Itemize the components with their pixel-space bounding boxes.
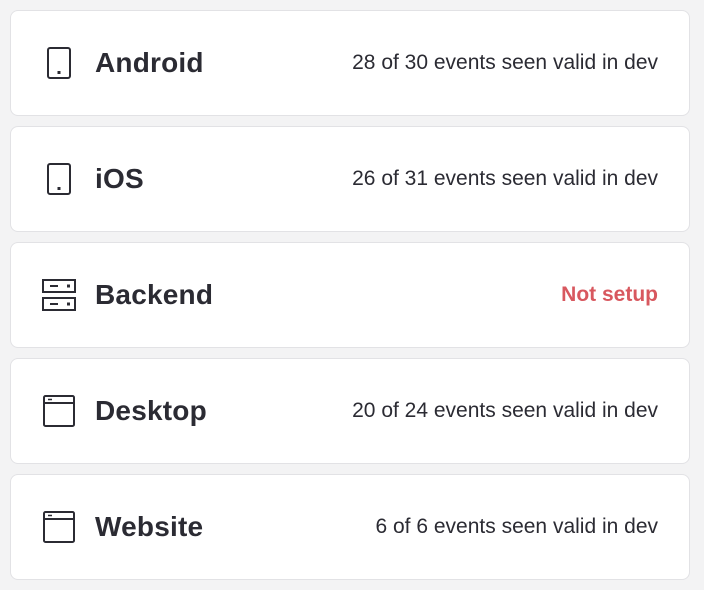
source-status: Not setup	[561, 283, 658, 306]
mobile-icon	[42, 46, 76, 80]
source-name: iOS	[95, 163, 144, 194]
mobile-icon	[42, 162, 76, 196]
source-card-website[interactable]: Website 6 of 6 events seen valid in dev	[10, 474, 690, 580]
source-list: Android 28 of 30 events seen valid in de…	[10, 10, 690, 590]
window-icon	[42, 510, 76, 544]
source-name: Backend	[95, 279, 214, 310]
source-status: 28 of 30 events seen valid in dev	[352, 51, 658, 74]
source-status: 26 of 31 events seen valid in dev	[352, 167, 658, 190]
source-status: 20 of 24 events seen valid in dev	[352, 399, 658, 422]
source-name: Android	[95, 47, 204, 78]
source-card-desktop[interactable]: Desktop 20 of 24 events seen valid in de…	[10, 358, 690, 464]
source-name: Website	[95, 511, 204, 542]
source-card-backend[interactable]: Backend Not setup	[10, 242, 690, 348]
source-card-android[interactable]: Android 28 of 30 events seen valid in de…	[10, 10, 690, 116]
source-status: 6 of 6 events seen valid in dev	[375, 515, 658, 538]
window-icon	[42, 394, 76, 428]
source-card-ios[interactable]: iOS 26 of 31 events seen valid in dev	[10, 126, 690, 232]
server-icon	[42, 278, 76, 312]
source-name: Desktop	[95, 395, 207, 426]
